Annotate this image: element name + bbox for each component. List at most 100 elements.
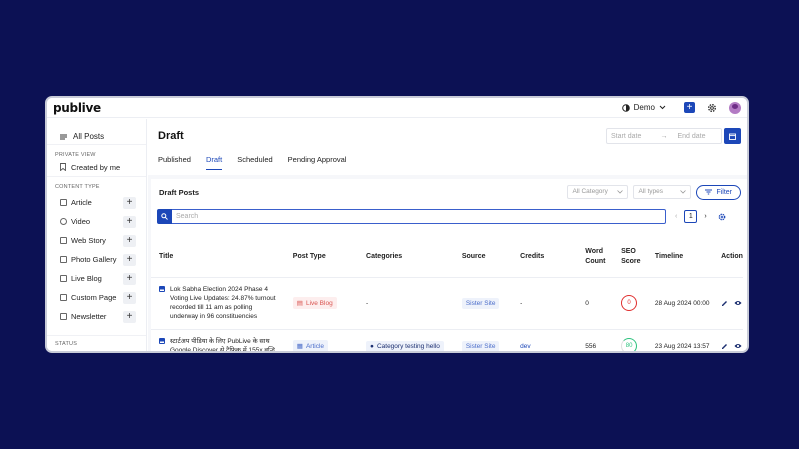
image-icon xyxy=(159,286,165,292)
date-range-input[interactable]: Start date → End date xyxy=(606,128,722,144)
photo-gallery-icon xyxy=(60,256,67,263)
live-blog-icon: ▤ xyxy=(296,300,303,307)
category-badge: ● Category testing hello xyxy=(366,340,444,351)
sidebar-item-article[interactable]: Article + xyxy=(47,193,146,212)
created-by-me-label: Created by me xyxy=(71,162,121,172)
date-range: Start date → End date xyxy=(606,128,741,144)
column-header: Title xyxy=(151,237,285,278)
category-select-value: All Category xyxy=(572,188,608,195)
table-row[interactable]: स्टार्टअप पीडिया के लिए PubLive के साथ G… xyxy=(151,329,743,351)
add-web-story-button[interactable]: + xyxy=(123,234,136,247)
column-header: SEO Score xyxy=(613,237,647,278)
article-icon xyxy=(60,199,67,206)
sidebar: All Posts PRIVATE VIEW Created by me CON… xyxy=(47,119,147,351)
post-type-label: Article xyxy=(305,342,325,350)
workspace-switcher[interactable]: Demo xyxy=(621,103,666,112)
column-header: Word Count xyxy=(577,237,614,278)
sidebar-item-all-posts[interactable]: All Posts xyxy=(47,119,146,145)
image-icon xyxy=(159,338,165,344)
tab-draft[interactable]: Draft xyxy=(205,155,223,170)
dot-icon: ● xyxy=(370,342,374,350)
category-label: Category testing hello xyxy=(376,342,440,350)
workspace-name: Demo xyxy=(633,103,655,112)
live-blog-icon xyxy=(60,275,67,282)
eye-icon[interactable] xyxy=(734,300,742,306)
seo-score-badge: 0 xyxy=(621,295,638,311)
prev-page-button[interactable]: ‹ xyxy=(675,213,677,220)
article-icon: ▦ xyxy=(296,343,303,350)
sidebar-item-photo-gallery[interactable]: Photo Gallery + xyxy=(47,250,146,269)
pagination: ‹ 1 › xyxy=(675,210,726,223)
all-posts-label: All Posts xyxy=(73,132,105,141)
arrow-right-icon: → xyxy=(660,132,668,140)
add-video-button[interactable]: + xyxy=(123,215,136,228)
search-input[interactable]: Search xyxy=(172,209,666,224)
table-row[interactable]: Lok Sabha Election 2024 Phase 4 Voting L… xyxy=(151,277,743,330)
credits-cell: - xyxy=(512,277,578,330)
top-bar: publive Demo + xyxy=(47,98,747,118)
filter-button[interactable]: Filter xyxy=(696,184,741,200)
start-date-placeholder: Start date xyxy=(611,132,642,140)
sidebar-item-video[interactable]: Video + xyxy=(47,212,146,231)
credits-link[interactable]: dev xyxy=(520,343,530,350)
sidebar-item-label: Photo Gallery xyxy=(71,255,117,264)
search-button[interactable] xyxy=(157,209,172,224)
add-live-blog-button[interactable]: + xyxy=(123,272,136,285)
custom-page-icon xyxy=(60,294,67,301)
type-select-value: All types xyxy=(638,188,664,195)
tab-pending-approval[interactable]: Pending Approval xyxy=(288,155,347,170)
gear-icon[interactable] xyxy=(707,103,717,113)
source-badge: Sister Site xyxy=(461,340,500,351)
chevron-down-icon xyxy=(680,189,687,194)
sidebar-item-web-story[interactable]: Web Story + xyxy=(47,231,146,250)
add-newsletter-button[interactable]: + xyxy=(123,310,136,323)
edit-icon[interactable] xyxy=(721,343,728,350)
logo: publive xyxy=(53,100,101,115)
column-header: Source xyxy=(453,237,513,278)
word-count-cell: 556 xyxy=(577,329,614,351)
create-button[interactable]: + xyxy=(684,102,695,113)
word-count-cell: 0 xyxy=(577,277,614,330)
main-content: Draft Published Draft Scheduled Pending … xyxy=(148,119,747,351)
eye-icon[interactable] xyxy=(734,343,742,349)
calendar-icon xyxy=(729,133,736,140)
filter-icon xyxy=(705,189,713,195)
avatar[interactable] xyxy=(729,101,741,114)
status-title: STATUS xyxy=(55,341,78,347)
post-title[interactable]: Lok Sabha Election 2024 Phase 4 Voting L… xyxy=(170,285,277,321)
filter-label: Filter xyxy=(716,188,732,196)
edit-icon[interactable] xyxy=(721,300,728,307)
draft-posts-panel: Draft Posts All Category All types Filte… xyxy=(151,179,747,351)
sidebar-item-newsletter[interactable]: Newsletter + xyxy=(47,307,146,326)
tab-published[interactable]: Published xyxy=(158,155,191,170)
list-icon xyxy=(60,134,67,139)
sidebar-item-created-by-me[interactable]: Created by me xyxy=(47,158,146,177)
search-icon xyxy=(161,213,168,220)
chevron-down-icon xyxy=(617,189,624,194)
panel-title: Draft Posts xyxy=(159,187,200,197)
theme-icon xyxy=(621,103,630,112)
post-type-badge: ▦ Article xyxy=(292,340,329,351)
type-select[interactable]: All types xyxy=(633,184,692,199)
newsletter-icon xyxy=(60,313,67,320)
tab-scheduled[interactable]: Scheduled xyxy=(237,155,272,170)
category-select[interactable]: All Category xyxy=(567,184,629,199)
add-custom-page-button[interactable]: + xyxy=(123,291,136,304)
next-page-button[interactable]: › xyxy=(704,213,706,220)
sidebar-item-label: Custom Page xyxy=(71,293,117,302)
posts-table: Title Post Type Categories Source Credit… xyxy=(151,237,743,351)
current-page[interactable]: 1 xyxy=(684,210,698,223)
sidebar-item-live-blog[interactable]: Live Blog + xyxy=(47,269,146,288)
search-row: Search ‹ 1 › xyxy=(157,209,747,224)
sidebar-item-custom-page[interactable]: Custom Page + xyxy=(47,288,146,307)
video-icon xyxy=(60,218,67,225)
settings-icon[interactable] xyxy=(718,213,726,221)
post-title[interactable]: स्टार्टअप पीडिया के लिए PubLive के साथ G… xyxy=(170,337,277,351)
column-header: Timeline xyxy=(646,237,714,278)
sidebar-item-label: Article xyxy=(71,198,92,207)
column-header: Post Type xyxy=(284,237,359,278)
add-photo-gallery-button[interactable]: + xyxy=(123,253,136,266)
timeline-cell: 23 Aug 2024 13:57 xyxy=(646,329,714,351)
add-article-button[interactable]: + xyxy=(123,196,136,209)
calendar-button[interactable] xyxy=(724,128,741,144)
